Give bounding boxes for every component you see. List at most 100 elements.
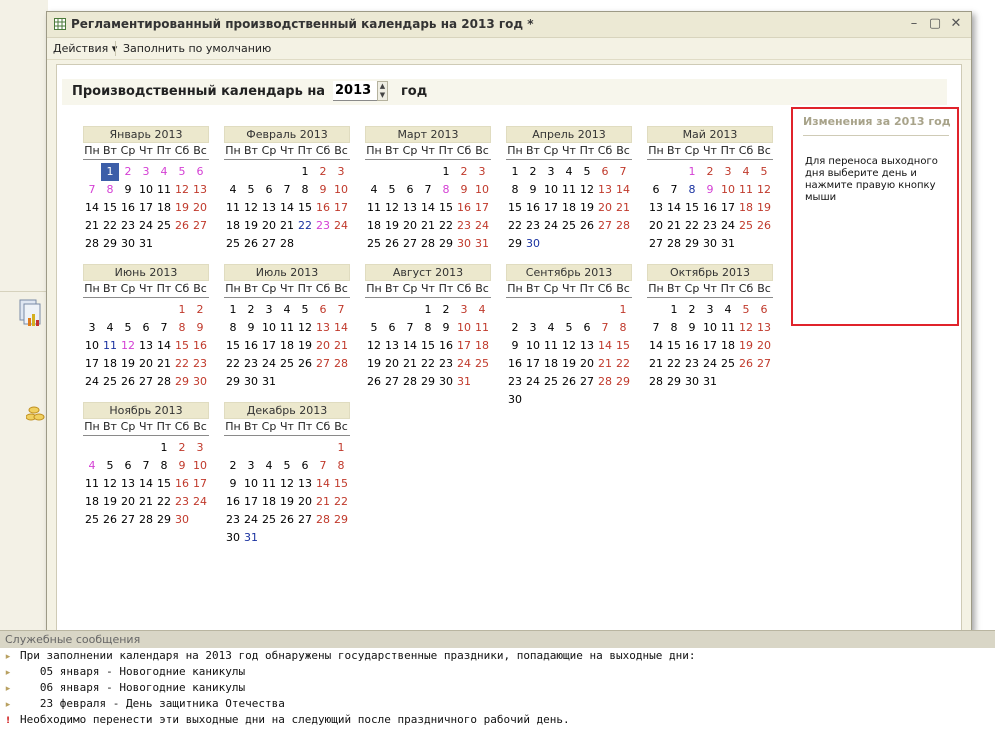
calendar-day[interactable]: 3 <box>473 163 491 181</box>
calendar-day[interactable]: 9 <box>224 475 242 493</box>
calendar-day[interactable]: 12 <box>296 319 314 337</box>
calendar-day[interactable]: 16 <box>506 355 524 373</box>
calendar-day[interactable]: 1 <box>437 163 455 181</box>
calendar-day[interactable]: 14 <box>419 199 437 217</box>
calendar-day[interactable]: 2 <box>224 457 242 475</box>
calendar-day[interactable]: 27 <box>383 373 401 391</box>
calendar-day[interactable]: 5 <box>296 301 314 319</box>
message-line[interactable]: 05 января - Новогодние каникулы <box>20 665 245 678</box>
calendar-day[interactable]: 19 <box>365 355 383 373</box>
calendar-day[interactable]: 28 <box>665 235 683 253</box>
calendar-day[interactable]: 6 <box>578 319 596 337</box>
calendar-day[interactable]: 30 <box>455 235 473 253</box>
calendar-day[interactable]: 18 <box>473 337 491 355</box>
calendar-day[interactable]: 10 <box>242 475 260 493</box>
calendar-day[interactable]: 19 <box>173 199 191 217</box>
calendar-day[interactable]: 22 <box>224 355 242 373</box>
calendar-day[interactable]: 6 <box>401 181 419 199</box>
calendar-day[interactable]: 1 <box>419 301 437 319</box>
calendar-day[interactable]: 29 <box>101 235 119 253</box>
close-icon[interactable]: ✕ <box>949 17 963 31</box>
calendar-day[interactable]: 8 <box>101 181 119 199</box>
calendar-day[interactable]: 27 <box>401 235 419 253</box>
calendar-day[interactable]: 9 <box>506 337 524 355</box>
calendar-day[interactable]: 4 <box>542 319 560 337</box>
calendar-day[interactable]: 26 <box>365 373 383 391</box>
calendar-day[interactable]: 19 <box>383 217 401 235</box>
calendar-day[interactable]: 13 <box>314 319 332 337</box>
calendar-day[interactable]: 13 <box>596 181 614 199</box>
calendar-day[interactable]: 20 <box>119 493 137 511</box>
calendar-day[interactable]: 22 <box>332 493 350 511</box>
calendar-day[interactable]: 24 <box>701 355 719 373</box>
calendar-day[interactable]: 10 <box>83 337 101 355</box>
calendar-day[interactable]: 15 <box>332 475 350 493</box>
calendar-day[interactable]: 25 <box>473 355 491 373</box>
message-line[interactable]: 23 февраля - День защитника Отечества <box>20 697 285 710</box>
minimize-icon[interactable]: – <box>907 17 921 31</box>
calendar-day[interactable]: 2 <box>119 163 137 181</box>
calendar-day[interactable]: 30 <box>701 235 719 253</box>
calendar-day[interactable]: 10 <box>701 319 719 337</box>
calendar-day[interactable]: 18 <box>260 493 278 511</box>
calendar-day[interactable]: 30 <box>683 373 701 391</box>
calendar-day[interactable]: 23 <box>242 355 260 373</box>
calendar-day[interactable]: 4 <box>83 457 101 475</box>
calendar-day[interactable]: 2 <box>191 301 209 319</box>
calendar-day[interactable]: 2 <box>242 301 260 319</box>
calendar-day[interactable]: 15 <box>437 199 455 217</box>
fill-default-button[interactable]: Заполнить по умолчанию <box>123 42 271 55</box>
calendar-day[interactable]: 11 <box>365 199 383 217</box>
calendar-day[interactable]: 3 <box>524 319 542 337</box>
calendar-day[interactable]: 3 <box>455 301 473 319</box>
calendar-day[interactable]: 8 <box>665 319 683 337</box>
calendar-day[interactable]: 14 <box>401 337 419 355</box>
calendar-day[interactable]: 13 <box>260 199 278 217</box>
calendar-day[interactable]: 5 <box>365 319 383 337</box>
year-stepper[interactable]: ▲ ▼ <box>377 81 388 101</box>
calendar-day[interactable]: 2 <box>683 301 701 319</box>
calendar-day[interactable]: 5 <box>578 163 596 181</box>
calendar-day[interactable]: 29 <box>332 511 350 529</box>
calendar-day[interactable]: 17 <box>455 337 473 355</box>
calendar-day[interactable]: 12 <box>578 181 596 199</box>
calendar-day[interactable]: 16 <box>224 493 242 511</box>
calendar-day[interactable]: 31 <box>260 373 278 391</box>
calendar-day[interactable]: 20 <box>260 217 278 235</box>
calendar-day[interactable]: 19 <box>737 337 755 355</box>
calendar-day[interactable]: 23 <box>314 217 332 235</box>
calendar-day[interactable]: 11 <box>101 337 119 355</box>
calendar-day[interactable]: 26 <box>737 355 755 373</box>
calendar-day[interactable]: 12 <box>365 337 383 355</box>
calendar-day[interactable]: 6 <box>119 457 137 475</box>
calendar-day[interactable]: 11 <box>260 475 278 493</box>
calendar-day[interactable]: 20 <box>191 199 209 217</box>
calendar-day[interactable]: 27 <box>314 355 332 373</box>
calendar-day[interactable]: 30 <box>506 391 524 409</box>
calendar-day[interactable]: 24 <box>455 355 473 373</box>
calendar-day[interactable]: 7 <box>665 181 683 199</box>
calendar-day[interactable]: 23 <box>506 373 524 391</box>
calendar-day[interactable]: 24 <box>473 217 491 235</box>
calendar-day[interactable]: 19 <box>296 337 314 355</box>
calendar-day[interactable]: 4 <box>101 319 119 337</box>
calendar-day[interactable]: 2 <box>701 163 719 181</box>
calendar-day[interactable]: 24 <box>83 373 101 391</box>
calendar-day[interactable]: 21 <box>155 355 173 373</box>
calendar-day[interactable]: 17 <box>83 355 101 373</box>
calendar-day[interactable]: 27 <box>191 217 209 235</box>
calendar-day[interactable]: 23 <box>524 217 542 235</box>
calendar-day[interactable]: 12 <box>173 181 191 199</box>
calendar-day[interactable]: 21 <box>83 217 101 235</box>
calendar-day[interactable]: 14 <box>596 337 614 355</box>
calendar-day[interactable]: 25 <box>101 373 119 391</box>
calendar-day[interactable]: 7 <box>155 319 173 337</box>
calendar-day[interactable]: 29 <box>155 511 173 529</box>
calendar-day[interactable]: 20 <box>314 337 332 355</box>
calendar-day[interactable]: 17 <box>191 475 209 493</box>
calendar-day[interactable]: 3 <box>701 301 719 319</box>
calendar-day[interactable]: 18 <box>365 217 383 235</box>
calendar-day[interactable]: 7 <box>647 319 665 337</box>
calendar-day[interactable]: 26 <box>242 235 260 253</box>
calendar-day[interactable]: 11 <box>737 181 755 199</box>
